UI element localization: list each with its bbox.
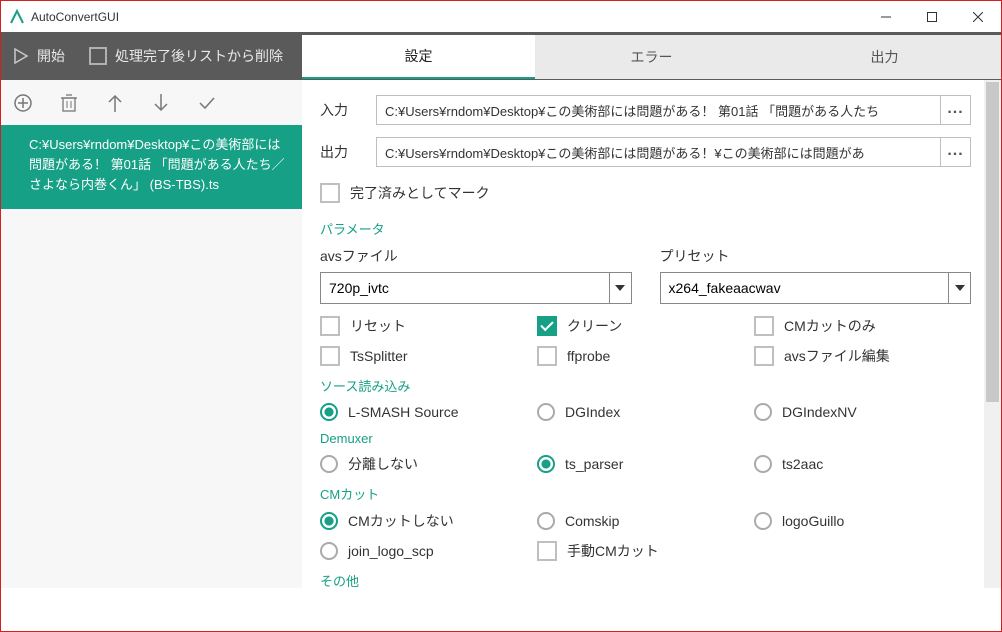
main-area: C:¥Users¥rndom¥Desktop¥この美術部には問題がある！ 第01…	[1, 80, 1001, 588]
preset-value: x264_fakeaacwav	[661, 280, 949, 296]
delete-button[interactable]	[57, 91, 81, 115]
output-label: 出力	[320, 142, 376, 162]
section-other: その他	[320, 565, 971, 588]
tab-bar: 設定 エラー 出力	[302, 35, 1001, 79]
demux-ts2aac-radio[interactable]	[754, 455, 772, 473]
input-path-input[interactable]	[377, 96, 940, 124]
output-browse-button[interactable]: ...	[941, 137, 971, 167]
content-pane: 設定 エラー 出力 入力 ... 出力 ... 完了済みとしてマーク パラメータ	[302, 80, 1001, 588]
avsedit-checkbox[interactable]	[754, 346, 774, 366]
input-browse-button[interactable]: ...	[941, 95, 971, 125]
chevron-down-icon	[609, 273, 631, 303]
cm-manual-checkbox[interactable]	[537, 541, 557, 561]
add-button[interactable]	[11, 91, 35, 115]
start-label[interactable]: 開始	[37, 46, 65, 66]
maximize-button[interactable]	[909, 1, 955, 32]
cmonly-checkbox[interactable]	[754, 316, 774, 336]
output-path-input[interactable]	[377, 138, 940, 166]
avs-value: 720p_ivtc	[321, 280, 609, 296]
scrollbar-thumb[interactable]	[986, 82, 999, 402]
section-demuxer: Demuxer	[320, 425, 971, 454]
cm-none-radio[interactable]	[320, 512, 338, 530]
file-list-item[interactable]: C:¥Users¥rndom¥Desktop¥この美術部には問題がある！ 第01…	[1, 125, 302, 209]
chevron-down-icon	[948, 273, 970, 303]
titlebar: AutoConvertGUI	[1, 1, 1001, 32]
scrollbar[interactable]	[984, 80, 1001, 588]
preset-select[interactable]: x264_fakeaacwav	[660, 272, 972, 304]
demux-tsparser-radio[interactable]	[537, 455, 555, 473]
file-list-sidebar: C:¥Users¥rndom¥Desktop¥この美術部には問題がある！ 第01…	[1, 80, 302, 588]
clean-checkbox[interactable]	[537, 316, 557, 336]
move-down-button[interactable]	[149, 91, 173, 115]
mark-done-checkbox[interactable]	[320, 183, 340, 203]
source-dgindexnv-radio[interactable]	[754, 403, 772, 421]
delete-after-checkbox[interactable]	[89, 47, 107, 65]
input-label: 入力	[320, 100, 376, 120]
avs-label: avsファイル	[320, 246, 632, 266]
play-icon[interactable]	[13, 48, 29, 64]
section-parameters: パラメータ	[320, 213, 971, 246]
section-source: ソース読み込み	[320, 370, 971, 403]
cm-logoguillo-radio[interactable]	[754, 512, 772, 530]
reset-checkbox[interactable]	[320, 316, 340, 336]
close-button[interactable]	[955, 1, 1001, 32]
check-button[interactable]	[195, 91, 219, 115]
tab-output[interactable]: 出力	[768, 35, 1001, 79]
source-dgindex-radio[interactable]	[537, 403, 555, 421]
move-up-button[interactable]	[103, 91, 127, 115]
app-logo-icon	[9, 9, 25, 25]
source-lsmash-radio[interactable]	[320, 403, 338, 421]
cm-comskip-radio[interactable]	[537, 512, 555, 530]
avs-select[interactable]: 720p_ivtc	[320, 272, 632, 304]
tab-errors[interactable]: エラー	[535, 35, 768, 79]
minimize-button[interactable]	[863, 1, 909, 32]
preset-label: プリセット	[660, 246, 972, 266]
demux-none-radio[interactable]	[320, 455, 338, 473]
window-title: AutoConvertGUI	[31, 10, 863, 24]
settings-panel: 入力 ... 出力 ... 完了済みとしてマーク パラメータ avsファイル 7…	[302, 79, 1001, 588]
cm-joinlogo-radio[interactable]	[320, 542, 338, 560]
section-cmcut: CMカット	[320, 478, 971, 511]
list-toolbar	[1, 80, 302, 125]
tssplitter-checkbox[interactable]	[320, 346, 340, 366]
input-field[interactable]	[376, 95, 941, 125]
mark-done-label: 完了済みとしてマーク	[350, 183, 490, 203]
output-field[interactable]	[376, 137, 941, 167]
ffprobe-checkbox[interactable]	[537, 346, 557, 366]
tab-settings[interactable]: 設定	[302, 35, 535, 79]
